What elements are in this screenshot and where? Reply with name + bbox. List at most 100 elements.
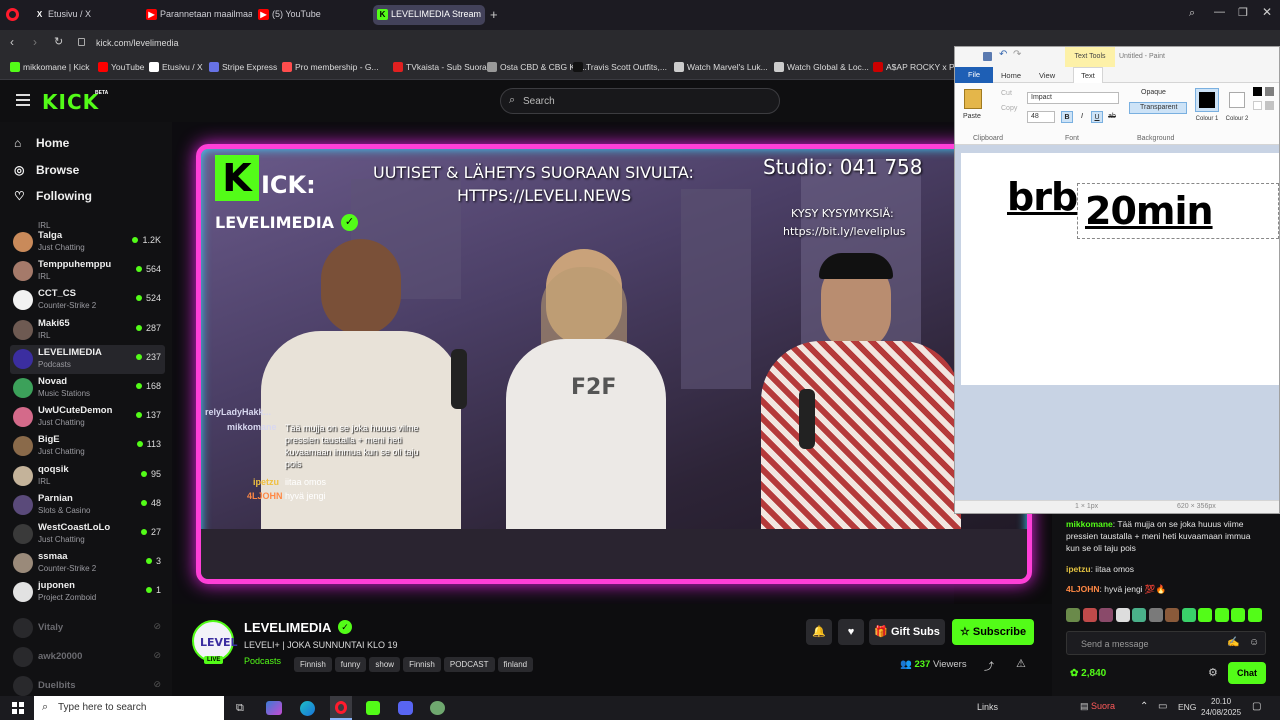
forward-icon[interactable]: › [33,35,37,49]
tag-chip[interactable]: Finnish [403,657,441,672]
sidebar-channel-qoqsik[interactable]: qoqsikIRL95 [10,462,165,491]
sidebar-channel-levelimedia[interactable]: LEVELIMEDIAPodcasts237 [10,345,165,374]
url-field[interactable]: kick.com/levelimedia [88,34,948,52]
sidebar-channel-offline[interactable]: awk20000⊘ [10,643,165,672]
underline-button[interactable]: U [1091,111,1103,123]
live-indicator[interactable]: ▤ Suora [1080,701,1115,712]
bookmark-item[interactable]: mikkomane | Kick [10,62,89,72]
bookmark-item[interactable]: Watch Global & Loc... [774,62,869,72]
tag-chip[interactable]: Finnish [294,657,332,672]
opera-icon[interactable] [330,696,352,720]
translate-icon[interactable]: ✍ [1227,637,1239,648]
bookmark-item[interactable]: Osta CBD & CBG Ke... [487,62,587,72]
minimize-icon[interactable]: — [1214,6,1225,18]
emote-icon[interactable] [1083,608,1097,622]
close-icon[interactable]: ✕ [1262,5,1272,19]
tag-chip[interactable]: funny [335,657,367,672]
sidebar-channel-parnian[interactable]: ParnianSlots & Casino48 [10,491,165,520]
edge-icon[interactable] [300,701,315,716]
cut-label[interactable]: Cut [1001,90,1012,97]
category-link[interactable]: Podcasts [244,656,281,666]
search-input[interactable]: ⌕ Search [500,88,780,114]
palette-gray[interactable] [1265,87,1274,96]
search-tabs-icon[interactable]: ⌕ [1189,7,1195,20]
notify-button[interactable]: 🔔 [806,619,832,645]
paint-window[interactable]: ↶ ↷ Text Tools Untitled - Paint File Hom… [954,46,1280,514]
sidebar-channel-talga[interactable]: TalgaJust Chatting1.2K [10,228,165,257]
sidebar-channel-offline[interactable]: Vitaly⊘ [10,614,165,643]
sidebar-channel-westcoastlolo[interactable]: WestCoastLoLoJust Chatting27 [10,520,165,549]
emote-icon[interactable] [1198,608,1212,622]
tab-youtube-2[interactable]: ▶(5) YouTube [254,5,370,25]
clock-time[interactable]: 20.10 [1211,697,1231,706]
emote-icon[interactable] [1116,608,1130,622]
reload-icon[interactable]: ↻ [54,35,63,48]
font-size-select[interactable]: 48 [1027,111,1055,123]
bookmark-item[interactable]: Stripe Express [209,62,277,72]
italic-button[interactable]: I [1076,111,1088,123]
channel-name[interactable]: LEVELIMEDIA [244,620,331,635]
discord-icon[interactable] [398,701,413,715]
paste-icon[interactable] [964,89,982,109]
menu-icon[interactable] [16,94,30,106]
task-view-icon[interactable]: ⧉ [236,702,244,715]
sidebar-channel-temppuhemppu[interactable]: TemppuhemppuIRL564 [10,257,165,286]
sidebar-channel-uwucutedemon[interactable]: UwUCuteDemonJust Chatting137 [10,403,165,432]
tab-x[interactable]: XEtusivu / X [30,5,140,25]
chat-username[interactable]: 4LJOHN [1066,584,1100,594]
paint-tab-file[interactable]: File [955,67,993,83]
tag-chip[interactable]: PODCAST [444,657,495,672]
app-icon[interactable] [430,701,445,715]
back-icon[interactable]: ‹ [10,35,14,49]
redo-icon[interactable]: ↷ [1013,49,1021,60]
app-icon[interactable] [266,701,282,715]
follow-button[interactable]: ♥ [838,619,864,645]
channel-points[interactable]: ✿ 2,840 [1070,668,1106,679]
bookmark-item[interactable]: YouTube [98,62,144,72]
emote-icon[interactable] [1248,608,1262,622]
subscribe-button[interactable]: ☆ Subscribe [952,619,1034,645]
new-tab-icon[interactable]: + [490,7,498,22]
clock-date[interactable]: 24/08/2025 [1201,708,1241,717]
chat-username[interactable]: ipetzu [1066,564,1091,574]
kick-logo[interactable]: KICK [42,90,99,114]
chat-send-button[interactable]: Chat [1228,662,1266,684]
links-toolbar[interactable]: Links [977,702,998,712]
bookmark-item[interactable]: TVkaista - Sub Suora [393,62,487,72]
chat-input[interactable]: Send a message ✍ ☺ [1066,631,1266,655]
palette-silver[interactable] [1265,101,1274,110]
emote-icon[interactable] [1231,608,1245,622]
emote-icon[interactable] [1215,608,1229,622]
paint-canvas[interactable]: brb 20min [961,153,1279,385]
nav-following[interactable]: ♡Following [14,189,92,203]
video-player[interactable]: K ICK: LEVELIMEDIA ✓ UUTISET & LÄHETYS S… [172,122,954,604]
bookmark-item[interactable]: Etusivu / X [149,62,203,72]
emote-icon[interactable] [1099,608,1113,622]
bookmark-item[interactable]: Travis Scott Outfits,... [573,62,667,72]
notifications-icon[interactable]: ▢ [1252,701,1261,712]
tab-youtube-1[interactable]: ▶Parannetaan maailmaa fe [142,5,252,25]
network-icon[interactable]: ▭ [1158,701,1167,712]
windows-start-icon[interactable] [12,702,24,714]
app-icon[interactable] [366,701,380,715]
language-indicator[interactable]: ENG [1178,702,1196,712]
copy-label[interactable]: Copy [1001,105,1017,112]
sidebar-channel-ssmaa[interactable]: ssmaaCounter-Strike 23 [10,549,165,578]
tray-overflow-icon[interactable]: ⌃ [1140,701,1148,712]
paint-tab-home[interactable]: Home [1001,71,1021,80]
sidebar-channel-juponen[interactable]: juponenProject Zomboid1 [10,578,165,607]
emote-icon[interactable] [1182,608,1196,622]
colour2-swatch[interactable] [1229,92,1245,108]
transparent-option[interactable]: Transparent [1129,102,1187,114]
chat-username[interactable]: mikkomane [1066,519,1113,529]
bookmark-item[interactable]: Pro membership - G... [282,62,379,72]
palette-black[interactable] [1253,87,1262,96]
bookmark-item[interactable]: Watch Marvel's Luk... [674,62,768,72]
gift-subs-button[interactable]: 🎁 Gift Subs [869,619,945,645]
bold-button[interactable]: B [1061,111,1073,123]
tag-chip[interactable]: show [369,657,400,672]
opaque-option[interactable]: Opaque [1141,89,1166,96]
chat-settings-icon[interactable]: ⚙ [1208,666,1218,679]
bookmark-item[interactable]: A$AP ROCKY x PU [873,62,961,72]
emote-icon[interactable] [1066,608,1080,622]
